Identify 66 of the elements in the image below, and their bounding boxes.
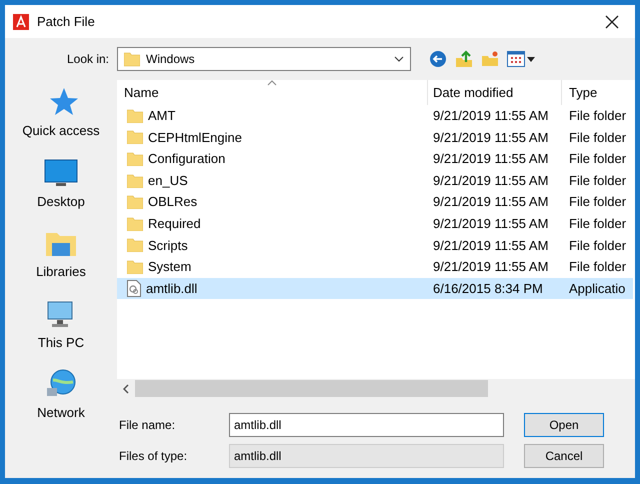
- app-logo-icon: [13, 14, 29, 30]
- type-cell-text: File folder: [568, 150, 628, 168]
- places-item[interactable]: Libraries: [9, 227, 113, 282]
- type-cell-text: File folder: [568, 128, 628, 147]
- monitor-icon: [44, 156, 78, 188]
- places-item[interactable]: Desktop: [9, 156, 113, 211]
- file-name: CEPHtmlEngine: [148, 128, 242, 147]
- file-name: OBLRes: [148, 193, 198, 212]
- new-folder-icon[interactable]: [481, 50, 499, 68]
- folder-up-arrow-icon[interactable]: [455, 50, 473, 68]
- folder-icon: [127, 152, 143, 166]
- close-icon: [605, 14, 619, 28]
- date-cell-text: 9/21/2019 11:55 AM: [432, 258, 550, 276]
- folder-icon: [127, 216, 143, 231]
- places-item[interactable]: Network: [9, 368, 113, 422]
- type-cell-text: File folder: [568, 258, 628, 276]
- file-name: AMT: [148, 107, 176, 126]
- scrollbar-thumb[interactable]: [135, 380, 488, 397]
- date-cell-text: 9/21/2019 11:55 AM: [432, 107, 550, 126]
- file-name-field[interactable]: amtlib.dll: [229, 413, 504, 437]
- folder-icon: [127, 238, 143, 252]
- file-name: Configuration: [148, 150, 226, 168]
- folder-icon: [127, 174, 143, 188]
- date-cell-text: 9/21/2019 11:55 AM: [432, 128, 550, 147]
- file-name: amtlib.dll: [146, 280, 198, 298]
- view-menu-button[interactable]: [507, 51, 535, 67]
- folder-icon: [127, 108, 143, 123]
- window-title: Patch File: [37, 12, 95, 31]
- type-cell-text: File folder: [568, 236, 628, 255]
- folder-icon: [127, 260, 143, 274]
- caret-down-icon: [527, 56, 535, 62]
- sort-caret-icon: [267, 80, 277, 86]
- places-item[interactable]: Quick access: [9, 86, 113, 140]
- file-name: Required: [148, 215, 201, 234]
- folder-icon: [124, 51, 140, 67]
- folder-icon: [127, 130, 143, 144]
- file-name: en_US: [148, 172, 188, 190]
- type-cell-text: File folder: [568, 193, 628, 212]
- places-item[interactable]: This PC: [9, 298, 113, 352]
- type-cell-text: File folder: [568, 215, 628, 234]
- scroll-left-icon[interactable]: [123, 384, 129, 394]
- horizontal-scrollbar[interactable]: [117, 379, 635, 398]
- settings-file-icon: [127, 280, 141, 298]
- file-type-dropdown[interactable]: amtlib.dll: [229, 444, 504, 468]
- type-cell-text: Applicatio: [568, 280, 626, 298]
- file-name: System: [148, 258, 192, 276]
- file-name: Scripts: [148, 236, 188, 255]
- cancel-button[interactable]: Cancel: [524, 444, 604, 468]
- grid-view-icon: [507, 51, 525, 67]
- date-cell-text: 9/21/2019 11:55 AM: [432, 172, 550, 190]
- type-cell-text: File folder: [568, 172, 628, 190]
- folder-icon: [127, 195, 143, 210]
- date-cell-text: 9/21/2019 11:55 AM: [432, 215, 550, 234]
- chevron-down-icon: [394, 56, 404, 62]
- file-row[interactable]: amtlib.dll 6/16/2015 8:34 PM Applicatio: [117, 278, 633, 300]
- file-type-label: Files of type:: [119, 448, 188, 465]
- date-cell-text: 9/21/2019 11:55 AM: [432, 150, 550, 168]
- date-cell-text: 6/16/2015 8:34 PM: [432, 280, 544, 298]
- date-cell-text: 9/21/2019 11:55 AM: [432, 193, 550, 212]
- look-in-label: Look in:: [66, 51, 110, 68]
- type-cell-text: File folder: [568, 107, 628, 126]
- look-in-dropdown[interactable]: Windows: [117, 47, 411, 71]
- column-header[interactable]: Type: [562, 80, 635, 105]
- open-button[interactable]: Open: [524, 413, 604, 437]
- file-name-label: File name:: [119, 417, 176, 434]
- date-cell-text: 9/21/2019 11:55 AM: [432, 236, 550, 255]
